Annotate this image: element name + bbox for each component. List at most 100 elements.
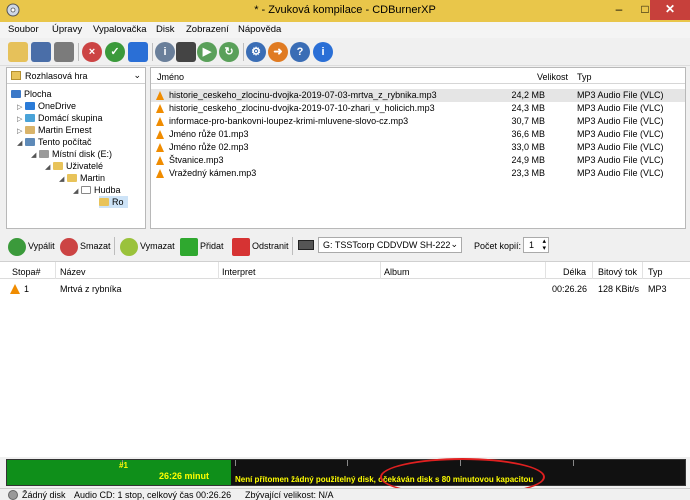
user-icon bbox=[25, 126, 35, 134]
file-row[interactable]: historie_ceskeho_zlocinu-dvojka-2019-07-… bbox=[151, 89, 685, 102]
tree-item-selected-folder[interactable]: Ro bbox=[99, 196, 128, 208]
vlc-cone-icon bbox=[156, 143, 164, 152]
menu-vypalovacka[interactable]: Vypalovačka bbox=[93, 24, 147, 35]
file-row[interactable]: historie_ceskeho_zlocinu-dvojka-2019-07-… bbox=[151, 102, 685, 115]
tree-item-music[interactable]: ◢ Hudba bbox=[73, 184, 121, 196]
file-row[interactable]: Vražedný kámen.mp3 23,3 MB MP3 Audio File … bbox=[151, 167, 685, 180]
column-type[interactable]: Typ bbox=[648, 267, 663, 277]
title-bar: * - Zvuková kompilace - CDBurnerXP – □ ✕ bbox=[0, 0, 690, 22]
print-icon[interactable] bbox=[54, 42, 74, 62]
status-bar: Žádný disk Audio CD: 1 stop, celkový čas… bbox=[0, 488, 690, 500]
folder-icon bbox=[67, 174, 77, 182]
capacity-bar: #1 26:26 minut Není přítomen žádný použi… bbox=[6, 459, 686, 486]
copies-stepper[interactable]: 1 ▴ ▾ bbox=[523, 237, 549, 253]
disc-info-icon[interactable]: i bbox=[155, 42, 175, 62]
vlc-cone-icon bbox=[156, 169, 164, 178]
info-icon[interactable]: i bbox=[313, 42, 333, 62]
menu-soubor[interactable]: Soubor bbox=[8, 24, 39, 35]
burn-disc-icon bbox=[8, 237, 26, 256]
main-toolbar: × ✓ i ▶ ↻ ⚙ ➜ ? i bbox=[0, 38, 690, 66]
drive-icon[interactable] bbox=[176, 42, 196, 62]
status-disc: Žádný disk bbox=[22, 490, 66, 500]
chevron-down-icon[interactable]: ⌄ bbox=[450, 239, 458, 250]
vlc-cone-icon bbox=[156, 104, 164, 113]
vlc-cone-icon bbox=[10, 284, 20, 294]
clear-button[interactable]: Vymazat bbox=[120, 236, 175, 256]
help-icon[interactable]: ? bbox=[290, 42, 310, 62]
music-folder-icon bbox=[81, 186, 91, 194]
file-list: Jméno Velikost Typ historie_ceskeho_zloc… bbox=[150, 67, 686, 229]
file-row[interactable]: Jméno růže 02.mp3 33,0 MB MP3 Audio File (… bbox=[151, 141, 685, 154]
refresh-icon[interactable]: ↻ bbox=[219, 42, 239, 62]
burn-disc-icon[interactable]: ✓ bbox=[105, 42, 125, 62]
column-title[interactable]: Název bbox=[60, 267, 86, 277]
blue-disc-icon[interactable] bbox=[128, 42, 148, 62]
folder-icon bbox=[99, 198, 109, 206]
burn-button[interactable]: Vypálit bbox=[8, 236, 55, 256]
column-name[interactable]: Jméno bbox=[157, 72, 184, 82]
menu-napoveda[interactable]: Nápověda bbox=[238, 24, 281, 35]
tree-item-homegroup[interactable]: ▷ Domácí skupina bbox=[17, 112, 103, 124]
status-remaining: Zbývající velikost: N/A bbox=[245, 490, 334, 500]
compilation-header: Stopa# Název Interpret Album Délka Bitov… bbox=[0, 262, 690, 279]
folder-combo[interactable]: Rozhlasová hra ⌄ bbox=[7, 68, 145, 84]
column-size[interactable]: Velikost bbox=[537, 72, 568, 82]
folder-icon bbox=[11, 71, 21, 80]
file-row[interactable]: Štvanice.mp3 24,9 MB MP3 Audio File (VLC) bbox=[151, 154, 685, 167]
status-info: Audio CD: 1 stop, celkový čas 00:26.26 bbox=[74, 490, 232, 500]
column-album[interactable]: Album bbox=[384, 267, 410, 277]
file-list-header: Jméno Velikost Typ bbox=[151, 68, 685, 84]
play-icon[interactable]: ▶ bbox=[197, 42, 217, 62]
drive-select[interactable]: G: TSSTcorp CDDVDW SH-222 ⌄ bbox=[318, 237, 462, 253]
column-track[interactable]: Stopa# bbox=[12, 267, 41, 277]
compilation-table: Stopa# Název Interpret Album Délka Bitov… bbox=[0, 261, 690, 457]
stepper-arrows-icon[interactable]: ▴ ▾ bbox=[542, 238, 546, 252]
tree-item-local-disk[interactable]: ◢ Místní disk (E:) bbox=[31, 148, 112, 160]
menu-zobrazeni[interactable]: Zobrazení bbox=[186, 24, 229, 35]
menu-upravy[interactable]: Úpravy bbox=[52, 24, 82, 35]
tree-item-users[interactable]: ◢ Uživatelé bbox=[45, 160, 103, 172]
menu-disk[interactable]: Disk bbox=[156, 24, 174, 35]
menu-bar: Soubor Úpravy Vypalovačka Disk Zobrazení… bbox=[0, 22, 690, 38]
tree-item-onedrive[interactable]: ▷ OneDrive bbox=[17, 100, 76, 112]
optical-drive-icon bbox=[298, 240, 314, 250]
computer-icon bbox=[25, 138, 35, 146]
compilation-toolbar: Vypálit Smazat Vymazat Přidat Odstranit … bbox=[0, 233, 690, 259]
tree-item-martin[interactable]: ◢ Martin bbox=[59, 172, 105, 184]
open-folder-icon[interactable] bbox=[8, 42, 28, 62]
capacity-duration: 26:26 minut bbox=[159, 471, 210, 481]
close-button[interactable]: ✕ bbox=[650, 0, 690, 20]
vlc-cone-icon bbox=[156, 156, 164, 165]
file-row[interactable]: informace-pro-bankovni-loupez-krimi-mluv… bbox=[151, 115, 685, 128]
add-button[interactable]: Přidat bbox=[180, 236, 224, 256]
cloud-icon bbox=[25, 102, 35, 110]
share-icon[interactable]: ➜ bbox=[268, 42, 288, 62]
copies-label: Počet kopií: bbox=[474, 241, 522, 251]
erase-disc-icon[interactable]: × bbox=[82, 42, 102, 62]
desktop-icon bbox=[11, 90, 21, 98]
tree-item-this-pc[interactable]: ◢ Tento počítač bbox=[17, 136, 92, 148]
file-row[interactable]: Jméno růže 01.mp3 36,6 MB MP3 Audio File (… bbox=[151, 128, 685, 141]
column-type[interactable]: Typ bbox=[577, 72, 592, 82]
clear-icon bbox=[120, 237, 138, 256]
erase-button[interactable]: Smazat bbox=[60, 236, 111, 256]
chevron-down-icon[interactable]: ⌄ bbox=[133, 70, 141, 81]
folder-tree-panel: Rozhlasová hra ⌄ Plocha ▷ OneDrive ▷ Domác… bbox=[6, 67, 146, 229]
window-title: * - Zvuková kompilace - CDBurnerXP bbox=[254, 4, 436, 16]
plus-icon bbox=[180, 237, 198, 256]
column-artist[interactable]: Interpret bbox=[222, 267, 256, 277]
settings-gear-icon[interactable]: ⚙ bbox=[246, 42, 266, 62]
homegroup-icon bbox=[25, 114, 35, 122]
column-bitrate[interactable]: Bitový tok bbox=[598, 267, 637, 277]
tree-item-plocha[interactable]: Plocha bbox=[11, 88, 52, 100]
vlc-cone-icon bbox=[156, 117, 164, 126]
save-icon[interactable] bbox=[31, 42, 51, 62]
folder-icon bbox=[53, 162, 63, 170]
table-row[interactable]: 1 Mrtvá z rybníka 00:26.26 128 KBit/s MP… bbox=[0, 282, 690, 296]
tree-item-user[interactable]: ▷ Martin Ernest bbox=[17, 124, 92, 136]
vlc-cone-icon bbox=[156, 130, 164, 139]
remove-button[interactable]: Odstranit bbox=[232, 236, 289, 256]
minimize-button[interactable]: – bbox=[606, 0, 632, 20]
column-length[interactable]: Délka bbox=[563, 267, 586, 277]
disc-icon bbox=[8, 490, 18, 500]
